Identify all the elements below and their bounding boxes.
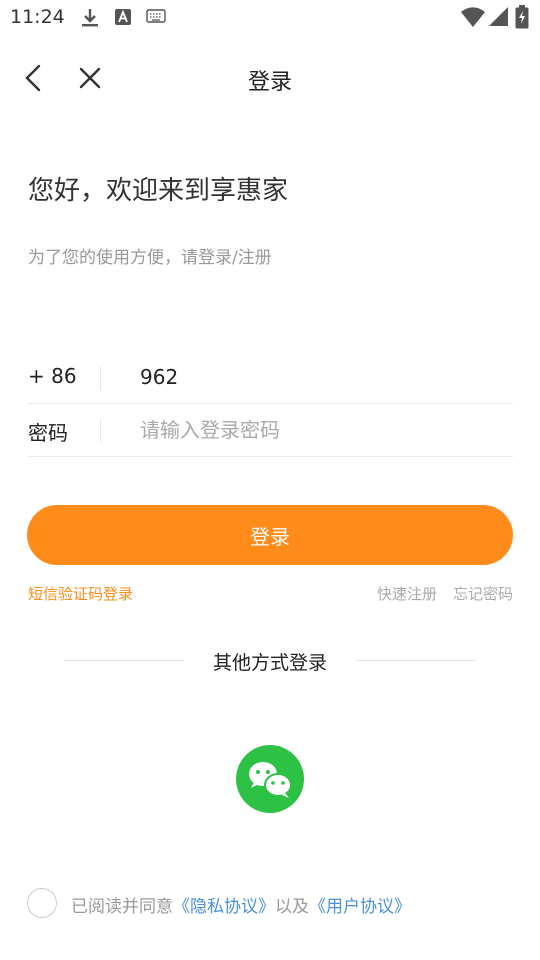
phone-row: + 86 [28,352,513,404]
status-bar: 11:24 [0,0,540,36]
download-icon [82,9,98,27]
other-login-title: 其他方式登录 [212,652,327,674]
agreement-prefix: 已阅读并同意 [71,897,173,917]
status-time: 11:24 [10,6,65,28]
user-agreement-link[interactable]: 《用户协议》 [309,897,411,917]
page-title: 登录 [247,70,292,95]
login-page: 11:24 登录 您好，欢迎来到享惠家 为了您的使用方便，请登录/注册 + 86… [0,0,540,960]
privacy-agreement-link[interactable]: 《隐私协议》 [173,897,275,917]
password-row: 密码 [28,405,513,457]
country-code[interactable]: + 86 [28,364,77,388]
password-input[interactable] [140,413,500,447]
agreement-text: 已阅读并同意《隐私协议》以及《用户协议》 [71,892,411,917]
header: 登录 [0,44,540,112]
welcome-subtitle: 为了您的使用方便，请登录/注册 [28,248,272,268]
login-button[interactable]: 登录 [27,505,513,565]
agreement-checkbox[interactable] [27,888,57,918]
battery-charging-icon [515,5,529,29]
text-a-icon [115,9,131,25]
phone-input[interactable] [140,360,500,394]
wechat-login-button[interactable] [236,745,304,813]
divider-line-right [356,660,476,661]
wechat-icon [249,762,292,798]
password-label: 密码 [28,421,68,445]
sms-login-link[interactable]: 短信验证码登录 [28,583,133,604]
field-divider [100,366,101,390]
quick-register-link[interactable]: 快速注册 [377,583,437,604]
agreement-middle: 以及 [275,897,309,917]
wifi-icon [461,7,485,27]
keyboard-icon [146,9,166,23]
agreement-row: 已阅读并同意《隐私协议》以及《用户协议》 [27,888,527,920]
field-divider [100,419,101,443]
cellular-icon [489,7,508,26]
forgot-password-link[interactable]: 忘记密码 [453,583,513,604]
welcome-title: 您好，欢迎来到享惠家 [28,176,289,206]
